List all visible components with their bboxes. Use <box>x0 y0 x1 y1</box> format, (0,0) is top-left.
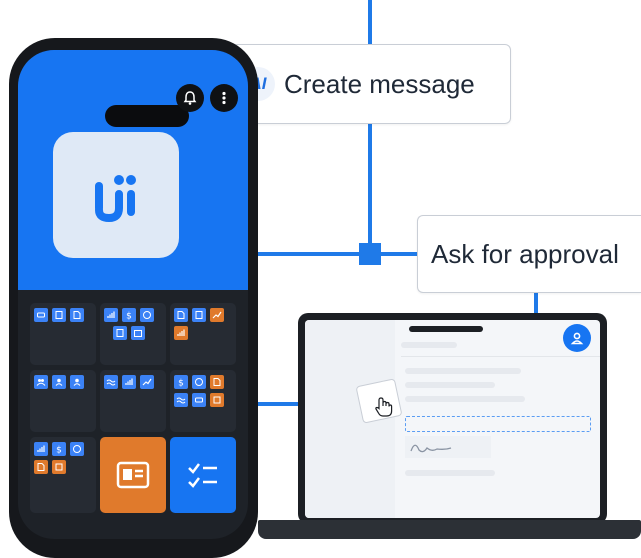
group-icon <box>34 375 48 389</box>
create-message-label: Create message <box>284 68 475 99</box>
pulse-icon <box>174 393 188 407</box>
widget-cell-7[interactable]: $ <box>30 437 96 513</box>
drop-target-field[interactable] <box>405 416 591 432</box>
bar-chart-icon <box>104 308 118 322</box>
widget-cell-4[interactable] <box>30 370 96 432</box>
svg-text:$: $ <box>178 379 184 388</box>
scan-icon <box>52 460 66 474</box>
dollar-icon: $ <box>52 442 66 456</box>
connector-vertical-laptop <box>534 292 538 314</box>
connector-horizontal-phone <box>258 402 298 406</box>
laptop-base <box>258 520 641 539</box>
widget-cell-3[interactable] <box>170 303 236 365</box>
document-export-icon <box>210 375 224 389</box>
pulse-icon <box>104 375 118 389</box>
widget-cell-6[interactable]: $ <box>170 370 236 432</box>
dynamic-island <box>105 105 189 127</box>
document-export-icon <box>34 460 48 474</box>
document-export-icon <box>70 308 84 322</box>
placeholder-bar <box>405 368 521 374</box>
checklist-tile[interactable] <box>170 437 236 513</box>
user-icon <box>52 375 66 389</box>
checklist-icon <box>188 463 217 488</box>
ask-for-approval-label: Ask for approval <box>431 238 619 269</box>
placeholder-bar <box>405 382 495 388</box>
signature <box>410 444 452 453</box>
connector-vertical-top <box>368 0 372 48</box>
bell-icon <box>183 91 197 105</box>
hand-cursor-icon <box>371 394 397 425</box>
bar-chart-icon <box>174 326 188 340</box>
laptop-notch <box>409 326 483 332</box>
document-export-icon <box>174 308 188 322</box>
document-icon <box>192 308 206 322</box>
document-icon <box>113 326 127 340</box>
connector-vertical-main <box>368 120 372 260</box>
signature-field[interactable] <box>405 436 491 458</box>
clock-icon <box>70 442 84 456</box>
create-message-callout[interactable]: AI Create message <box>230 44 511 124</box>
svg-text:$: $ <box>56 446 62 455</box>
clock-icon <box>140 308 154 322</box>
placeholder-bar <box>405 470 495 476</box>
trend-line-icon <box>140 375 154 389</box>
laptop-screen <box>305 320 600 518</box>
placeholder-bar <box>405 396 525 402</box>
widget-cell-1[interactable] <box>30 303 96 365</box>
placeholder-bar <box>401 342 457 348</box>
document-icon <box>52 308 66 322</box>
car-icon <box>34 308 48 322</box>
user-icon <box>70 375 84 389</box>
id-card-tile[interactable] <box>100 437 166 513</box>
svg-text:$: $ <box>126 312 132 321</box>
user-icon <box>570 332 584 345</box>
connector-junction-node <box>359 243 381 265</box>
trend-line-icon <box>210 308 224 322</box>
connector-horizontal-approval <box>258 252 420 256</box>
divider <box>401 356 600 357</box>
laptop-avatar-button[interactable] <box>563 324 591 352</box>
dollar-icon: $ <box>122 308 136 322</box>
workflow-logo-icon <box>95 175 136 223</box>
phone-screen: $ $ $ <box>18 50 248 539</box>
bar-chart-icon <box>34 442 48 456</box>
app-logo-tile[interactable] <box>53 132 179 258</box>
ask-for-approval-callout[interactable]: Ask for approval <box>417 215 641 293</box>
scan-icon <box>210 393 224 407</box>
bell-button[interactable] <box>176 84 204 112</box>
more-vertical-icon <box>222 91 226 105</box>
more-button[interactable] <box>210 84 238 112</box>
car-icon <box>192 393 206 407</box>
bar-chart-icon <box>122 375 136 389</box>
id-card-icon <box>116 461 150 489</box>
dollar-icon: $ <box>174 375 188 389</box>
widget-cell-2[interactable]: $ <box>100 303 166 365</box>
clock-icon <box>192 375 206 389</box>
calendar-icon <box>131 326 145 340</box>
widget-cell-5[interactable] <box>100 370 166 432</box>
